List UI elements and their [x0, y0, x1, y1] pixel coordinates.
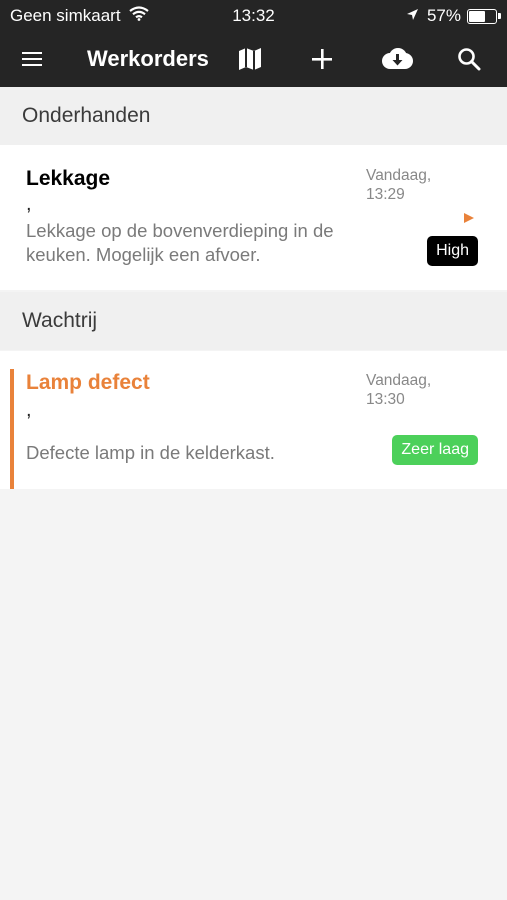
play-icon[interactable] — [463, 211, 475, 229]
date-time: 13:29 — [366, 186, 405, 203]
battery-percentage: 57% — [426, 6, 461, 25]
menu-icon[interactable] — [12, 30, 52, 87]
status-right: 57% — [406, 6, 501, 26]
work-order-subtitle: , — [26, 399, 32, 421]
location-arrow-icon — [406, 6, 419, 26]
queue-accent-bar — [10, 369, 14, 489]
work-order-title: Lamp defect — [26, 371, 150, 394]
work-order-card-lamp-defect[interactable]: Lamp defect , Defecte lamp in de kelderk… — [0, 351, 507, 489]
app-bar: Werkorders — [0, 30, 507, 87]
date-time: 13:30 — [366, 391, 405, 408]
plus-icon[interactable] — [302, 30, 342, 87]
date-day: Vandaag, — [366, 167, 432, 184]
battery-tip — [498, 12, 501, 19]
work-order-subtitle: , — [26, 193, 32, 215]
work-order-description: Defecte lamp in de kelderkast. — [26, 442, 275, 463]
work-order-date: Vandaag, 13:29 — [366, 166, 466, 204]
section-title: Wachtrij — [22, 309, 98, 332]
status-bar: Geen simkaart 13:32 57% — [0, 0, 507, 30]
page-title: Werkorders — [87, 46, 209, 71]
priority-badge: High — [427, 236, 478, 266]
work-order-card-lekkage[interactable]: Lekkage , Lekkage op de bovenverdieping … — [0, 145, 507, 290]
work-order-title: Lekkage — [26, 167, 111, 190]
work-order-date: Vandaag, 13:30 — [366, 371, 466, 409]
section-header-onderhanden: Onderhanden — [0, 87, 507, 145]
work-order-description: Lekkage op de bovenverdieping in de keuk… — [26, 220, 334, 265]
search-icon[interactable] — [449, 30, 489, 87]
section-title: Onderhanden — [22, 104, 151, 127]
date-day: Vandaag, — [366, 372, 432, 389]
map-icon[interactable] — [230, 30, 270, 87]
battery-icon — [467, 8, 501, 24]
cloud-download-icon[interactable] — [374, 30, 420, 87]
battery-fill — [469, 10, 485, 22]
priority-badge: Zeer laag — [392, 435, 478, 465]
section-header-wachtrij: Wachtrij — [0, 292, 507, 350]
